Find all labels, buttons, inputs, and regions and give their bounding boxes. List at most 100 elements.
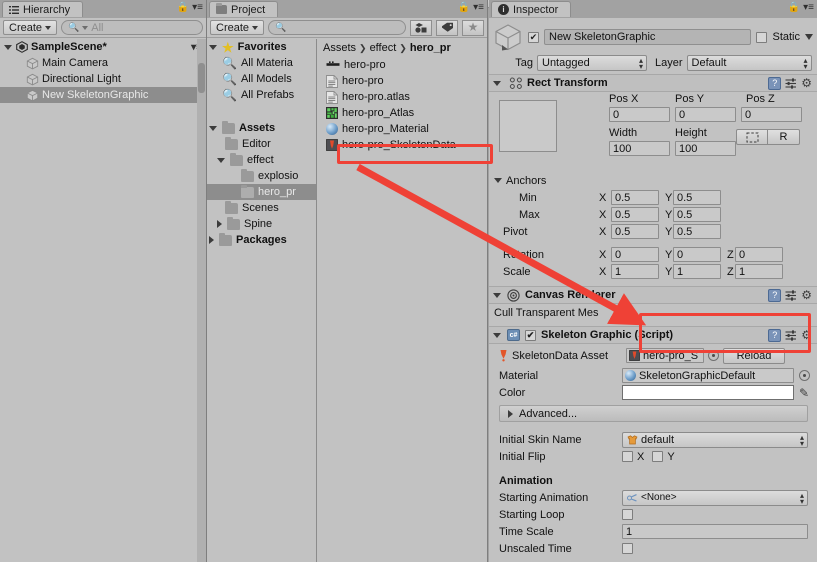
material-objectfield[interactable]: SkeletonGraphicDefault (622, 368, 794, 383)
color-swatch[interactable] (622, 385, 794, 400)
project-search-input[interactable]: 🔍 (268, 20, 406, 35)
static-dropdown-chevron-icon[interactable] (805, 34, 813, 40)
tab-project[interactable]: Project (209, 1, 279, 17)
project-tree-packages[interactable]: Packages (207, 232, 316, 248)
filter-by-type-button[interactable] (410, 19, 432, 36)
asset-row-hero-pro-atlas-txt[interactable]: hero-pro.atlas (318, 89, 487, 105)
hierarchy-scene-row[interactable]: SampleScene* ▾≡ (0, 39, 206, 55)
disclosure-triangle-icon[interactable] (209, 236, 214, 244)
project-create-button[interactable]: Create (210, 20, 265, 35)
hierarchy-item-main-camera[interactable]: Main Camera (0, 55, 206, 71)
hierarchy-create-button[interactable]: Create (3, 20, 58, 35)
project-tree-assets[interactable]: Assets (207, 120, 316, 136)
scale-y-field[interactable]: 1 (673, 264, 721, 279)
time-scale-field[interactable]: 1 (622, 524, 808, 539)
unscaled-time-checkbox[interactable] (622, 543, 633, 554)
anchors-foldout[interactable]: Anchors (489, 172, 817, 189)
component-header-canvas-renderer[interactable]: Canvas Renderer ? ⚙ (489, 286, 817, 304)
anchor-min-y-field[interactable]: 0.5 (673, 190, 721, 205)
scale-x-field[interactable]: 1 (611, 264, 659, 279)
disclosure-triangle-icon[interactable] (4, 44, 12, 50)
pivot-x-field[interactable]: 0.5 (611, 224, 659, 239)
panel-menu-icon[interactable]: ▾≡ (473, 3, 484, 13)
skeleton-graphic-enabled-checkbox[interactable] (525, 329, 536, 341)
disclosure-triangle-icon[interactable] (493, 80, 501, 86)
preset-icon[interactable] (785, 77, 797, 89)
hierarchy-search-input[interactable]: 🔍 All (61, 20, 203, 35)
gear-icon[interactable]: ⚙ (801, 289, 812, 301)
initial-skin-name-dropdown[interactable]: default ▴ ▾ (622, 431, 808, 448)
project-tree-spine[interactable]: Spine (207, 216, 316, 232)
anchor-min-x-field[interactable]: 0.5 (611, 190, 659, 205)
rotation-y-field[interactable]: 0 (673, 247, 721, 262)
initial-flip-x-checkbox[interactable] (622, 451, 633, 462)
breadcrumb-effect[interactable]: effect (370, 42, 397, 54)
project-tree-all-materials[interactable]: 🔍 All Materia (207, 55, 316, 71)
search-filter-chevron-icon[interactable] (82, 25, 89, 30)
project-tree-all-models[interactable]: 🔍 All Models (207, 71, 316, 87)
component-header-rect-transform[interactable]: Rect Transform ? ⚙ (489, 74, 817, 92)
width-field[interactable]: 100 (609, 141, 670, 156)
anchor-max-x-field[interactable]: 0.5 (611, 207, 659, 222)
asset-row-hero-pro-atlas-asset[interactable]: hero-pro_Atlas (318, 105, 487, 121)
asset-row-hero-pro-material[interactable]: hero-pro_Material (318, 121, 487, 137)
hierarchy-vertical-scrollbar[interactable] (197, 39, 206, 562)
project-tree-favorites[interactable]: ★ Favorites (207, 39, 316, 55)
scale-z-field[interactable]: 1 (735, 264, 783, 279)
tag-dropdown[interactable]: Untagged ▴ ▾ (537, 55, 647, 71)
project-tree-scenes[interactable]: Scenes (207, 200, 316, 216)
panel-menu-icon[interactable]: ▾≡ (803, 3, 814, 13)
project-tree-hero-pro[interactable]: hero_pr (207, 184, 316, 200)
starting-loop-checkbox[interactable] (622, 509, 633, 520)
tab-inspector[interactable]: i Inspector (491, 1, 572, 17)
anchor-preset-box[interactable] (499, 100, 557, 152)
object-picker-icon[interactable] (799, 370, 810, 381)
asset-row-hero-pro-json[interactable]: hero-pro (318, 73, 487, 89)
breadcrumb-assets[interactable]: Assets (323, 42, 356, 54)
cull-transparent-mesh-checkbox[interactable] (616, 307, 627, 318)
lock-icon[interactable]: 🔒 (177, 3, 189, 13)
blueprint-mode-button[interactable] (736, 129, 768, 145)
breadcrumb-hero-pro[interactable]: hero_pr (410, 42, 451, 54)
project-tree-all-prefabs[interactable]: 🔍 All Prefabs (207, 87, 316, 103)
eyedropper-icon[interactable]: ✎ (799, 386, 809, 400)
disclosure-triangle-icon[interactable] (217, 220, 222, 228)
pos-x-field[interactable]: 0 (609, 107, 670, 122)
initial-flip-y-checkbox[interactable] (652, 451, 664, 462)
project-tree-editor[interactable]: Editor (207, 136, 316, 152)
rotation-z-field[interactable]: 0 (735, 247, 783, 262)
rotation-x-field[interactable]: 0 (611, 247, 659, 262)
pivot-y-field[interactable]: 0.5 (673, 224, 721, 239)
disclosure-triangle-icon[interactable] (493, 332, 501, 338)
object-active-checkbox[interactable] (528, 31, 539, 43)
lock-icon[interactable]: 🔒 (458, 3, 470, 13)
pos-z-field[interactable]: 0 (741, 107, 802, 122)
pos-y-field[interactable]: 0 (675, 107, 736, 122)
scrollbar-thumb[interactable] (198, 63, 205, 93)
lock-icon[interactable]: 🔒 (788, 3, 800, 13)
help-icon[interactable]: ? (768, 76, 782, 90)
disclosure-triangle-icon[interactable] (493, 292, 501, 298)
project-tree-effect[interactable]: effect (207, 152, 316, 168)
hierarchy-item-new-skeletongraphic[interactable]: New SkeletonGraphic (0, 87, 206, 103)
project-tree-explosion[interactable]: explosio (207, 168, 316, 184)
panel-menu-icon[interactable]: ▾≡ (192, 3, 203, 13)
disclosure-triangle-icon[interactable] (209, 44, 217, 50)
asset-row-hero-pro-skel[interactable]: hero-pro (318, 57, 487, 73)
starting-animation-dropdown[interactable]: <None> ▴ ▾ (622, 489, 808, 506)
help-icon[interactable]: ? (768, 288, 782, 302)
height-field[interactable]: 100 (675, 141, 736, 156)
advanced-foldout-button[interactable]: Advanced... (499, 405, 808, 422)
disclosure-triangle-icon[interactable] (217, 157, 225, 163)
preset-icon[interactable] (785, 289, 797, 301)
gear-icon[interactable]: ⚙ (801, 77, 812, 89)
disclosure-triangle-icon[interactable] (209, 125, 217, 131)
object-name-field[interactable]: New SkeletonGraphic (544, 29, 752, 45)
disclosure-triangle-icon[interactable] (494, 178, 502, 183)
static-checkbox[interactable] (756, 31, 768, 43)
raw-edit-mode-button[interactable]: R (768, 129, 800, 145)
anchor-max-y-field[interactable]: 0.5 (673, 207, 721, 222)
favorite-star-button[interactable]: ★ (462, 19, 484, 36)
tab-hierarchy[interactable]: Hierarchy (2, 1, 84, 17)
hierarchy-item-directional-light[interactable]: Directional Light (0, 71, 206, 87)
